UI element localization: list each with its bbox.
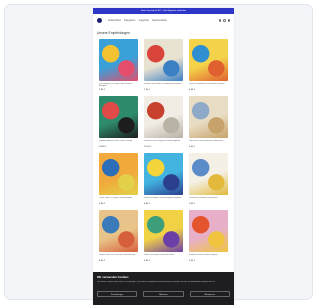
nav-link-zeitschriften[interactable]: Zeitschriften bbox=[108, 19, 121, 22]
cookie-text: Wir nutzen Cookies und ähnliche Technolo… bbox=[97, 281, 216, 283]
nav-link-geschenkabo[interactable]: Geschenkabo bbox=[152, 19, 167, 22]
section-heading: Unsere Empfehlungen bbox=[97, 31, 130, 35]
product-grid: Das Magazin für Kinder und Familien – Au… bbox=[93, 39, 234, 262]
product-card[interactable]: Gestalten und Malen Kreativheft 5,50 € bbox=[189, 153, 228, 205]
product-title[interactable]: Geschichten zum Vorlesen Sammelband bbox=[99, 254, 138, 259]
product-title[interactable]: Fantasie Welten Kinder Magazin bbox=[189, 254, 228, 259]
top-navigation: Zeitschriften Kategorien Angebote Gesche… bbox=[93, 14, 234, 27]
product-title[interactable]: Kreative Bastelideen Sammelband Edition bbox=[144, 83, 183, 88]
cookie-settings-button[interactable]: Einstellungen bbox=[97, 291, 138, 297]
product-price: 5,50 € bbox=[189, 203, 196, 205]
product-price: 5,20 € bbox=[189, 260, 196, 262]
cookie-accept-button[interactable]: Akzeptieren bbox=[189, 291, 230, 297]
product-title[interactable]: Reise und Abenteuer Kinderheft Spezial bbox=[189, 83, 228, 88]
product-price: 4,50 € bbox=[144, 260, 151, 262]
product-card[interactable]: Stofftasche mit Magazin Bundle Angebot 12… bbox=[144, 96, 183, 148]
product-title[interactable]: Gestalten und Malen Kreativheft bbox=[189, 197, 228, 202]
cookie-banner: Wir verwenden Cookies Wir nutzen Cookies… bbox=[93, 272, 234, 305]
product-card[interactable]: Kreative Bastelideen Sammelband Edition 7… bbox=[144, 39, 183, 91]
product-price: 19,90 € bbox=[99, 146, 107, 148]
product-price: 5,90 € bbox=[99, 89, 106, 91]
nav-links: Zeitschriften Kategorien Angebote Gesche… bbox=[108, 19, 167, 22]
product-price: 12,00 € bbox=[144, 146, 152, 148]
nav-icons bbox=[218, 19, 230, 22]
product-price: 4,99 € bbox=[189, 89, 196, 91]
cookie-buttons: Einstellungen Ablehnen Akzeptieren bbox=[97, 291, 230, 297]
product-cover-image[interactable] bbox=[144, 96, 183, 138]
product-title[interactable]: Rätsel und Spiele Ferienheft Extra bbox=[144, 254, 183, 259]
product-card[interactable]: Geschichten zum Vorlesen Sammelband 6,90 … bbox=[99, 210, 138, 262]
nav-link-kategorien[interactable]: Kategorien bbox=[124, 19, 136, 22]
product-price: 6,90 € bbox=[99, 260, 106, 262]
cookie-reject-button[interactable]: Ablehnen bbox=[143, 291, 184, 297]
product-card[interactable]: Rätsel und Spiele Ferienheft Extra 4,50 € bbox=[144, 210, 183, 262]
cart-icon[interactable] bbox=[227, 19, 230, 22]
product-cover-image[interactable] bbox=[99, 153, 138, 195]
product-card[interactable]: Digitales Abo inklusive Tablet Zugang 19,… bbox=[99, 96, 138, 148]
product-title[interactable]: Wissen kompakt Jahresausgabe Magazin bbox=[144, 197, 183, 202]
product-price: 6,50 € bbox=[189, 146, 196, 148]
product-title[interactable]: Comic Spaß für junge Leser Ausgabe bbox=[99, 197, 138, 202]
product-title[interactable]: Stofftasche mit Magazin Bundle Angebot bbox=[144, 140, 183, 145]
webpage: Gratis Versand ab 30€ – Jetzt Magazine e… bbox=[93, 8, 234, 305]
product-cover-image[interactable] bbox=[189, 210, 228, 252]
product-title[interactable]: Das Magazin für Kinder und Familien – Au… bbox=[99, 83, 138, 88]
product-cover-image[interactable] bbox=[189, 96, 228, 138]
product-price: 7,50 € bbox=[144, 89, 151, 91]
product-card[interactable]: Comic Spaß für junge Leser Ausgabe 3,90 € bbox=[99, 153, 138, 205]
account-icon[interactable] bbox=[223, 19, 226, 22]
product-cover-image[interactable] bbox=[189, 153, 228, 195]
product-cover-image[interactable] bbox=[189, 39, 228, 81]
product-cover-image[interactable] bbox=[99, 210, 138, 252]
product-cover-image[interactable] bbox=[144, 39, 183, 81]
product-cover-image[interactable] bbox=[99, 39, 138, 81]
product-card[interactable]: Reise und Abenteuer Kinderheft Spezial 4,… bbox=[189, 39, 228, 91]
cookie-title: Wir verwenden Cookies bbox=[97, 275, 129, 279]
product-card[interactable]: Natur und Tiere entdecken Sonderheft 6,50… bbox=[189, 96, 228, 148]
product-card[interactable]: Das Magazin für Kinder und Familien – Au… bbox=[99, 39, 138, 91]
product-card[interactable]: Wissen kompakt Jahresausgabe Magazin 8,90… bbox=[144, 153, 183, 205]
search-icon[interactable] bbox=[218, 19, 221, 22]
product-cover-image[interactable] bbox=[144, 210, 183, 252]
nav-link-angebote[interactable]: Angebote bbox=[139, 19, 149, 22]
product-price: 8,90 € bbox=[144, 203, 151, 205]
product-price: 3,90 € bbox=[99, 203, 106, 205]
product-card[interactable]: Fantasie Welten Kinder Magazin 5,20 € bbox=[189, 210, 228, 262]
logo-icon[interactable] bbox=[97, 18, 102, 23]
product-title[interactable]: Natur und Tiere entdecken Sonderheft bbox=[189, 140, 228, 145]
product-cover-image[interactable] bbox=[99, 96, 138, 138]
product-cover-image[interactable] bbox=[144, 153, 183, 195]
product-title[interactable]: Digitales Abo inklusive Tablet Zugang bbox=[99, 140, 138, 145]
